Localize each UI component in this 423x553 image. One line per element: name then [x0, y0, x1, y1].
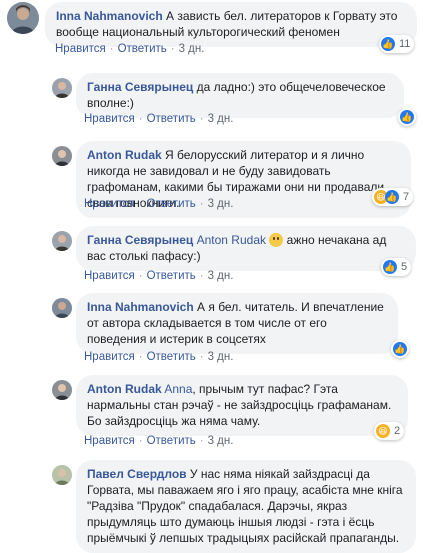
like-button[interactable]: Нравится	[84, 270, 135, 282]
reaction-count: 2	[394, 425, 401, 437]
like-button[interactable]: Нравится	[84, 113, 135, 125]
like-icon: 👍	[400, 110, 414, 124]
comment: Inna Nahmanovich А зависть бел. литерато…	[7, 2, 417, 62]
reaction-count: 11	[399, 38, 411, 50]
avatar-photo-icon	[52, 78, 72, 98]
reply-comment: Павел Свердлов У нас няма ніякай зайздра…	[52, 460, 418, 553]
smile-emoji-icon	[269, 233, 284, 247]
comment-time[interactable]: 3 дн.	[208, 270, 234, 282]
reply-button[interactable]: Ответить	[147, 435, 196, 447]
reply-button[interactable]: Ответить	[118, 43, 167, 55]
like-icon: 👍	[383, 260, 397, 274]
comment-author[interactable]: Inna Nahmanovich	[87, 300, 194, 314]
comment-author[interactable]: Ганна Севярынец	[87, 80, 193, 94]
like-button[interactable]: Нравится	[55, 43, 106, 55]
avatar-photo-icon	[52, 380, 72, 400]
like-button[interactable]: Нравится	[84, 198, 135, 210]
comment-actions: Нравится · Ответить · 3 дн.	[84, 198, 234, 210]
avatar-photo-icon	[52, 298, 72, 318]
reactions-summary[interactable]: 😆 👍 7	[372, 188, 414, 206]
like-icon: 👍	[385, 190, 399, 204]
comment-actions: Нравится · Ответить · 3 дн.	[84, 270, 234, 282]
comment-author[interactable]: Inna Nahmanovich	[56, 9, 163, 23]
comment-time[interactable]: 3 дн.	[208, 198, 234, 210]
like-icon: 👍	[393, 342, 407, 356]
comment-author[interactable]: Anton Rudak	[87, 148, 162, 162]
reply-comment: Ганна Севярынец Anton Rudak ажно нечакан…	[52, 226, 418, 286]
avatar[interactable]	[52, 380, 72, 400]
like-icon: 👍	[381, 37, 395, 51]
comment-bubble: Павел Свердлов У нас няма ніякай зайздра…	[76, 460, 416, 553]
reply-button[interactable]: Ответить	[147, 113, 196, 125]
avatar[interactable]	[52, 231, 72, 251]
reply-button[interactable]: Ответить	[147, 270, 196, 282]
avatar-photo-icon	[52, 231, 72, 251]
like-button[interactable]: Нравится	[84, 351, 135, 363]
reactions-summary[interactable]: 👍	[391, 340, 409, 358]
reactions-summary[interactable]: 👍 5	[381, 258, 412, 276]
avatar-photo-icon	[7, 2, 39, 34]
comment-bubble: Anton Rudak Anna, прычым тут пафас? Гэта…	[76, 375, 408, 436]
avatar[interactable]	[7, 2, 39, 34]
reaction-count: 7	[403, 191, 410, 203]
comment-actions: Нравится · Ответить · 3 дн.	[84, 435, 234, 447]
comment-bubble: Ганна Севярынец Anton Rudak ажно нечакан…	[76, 226, 416, 271]
comment-bubble: Ганна Севярынец да ладно:) это общечелов…	[76, 73, 404, 118]
like-button[interactable]: Нравится	[84, 435, 135, 447]
mention-link[interactable]: Anton Rudak	[197, 233, 266, 247]
comment-time[interactable]: 3 дн.	[208, 113, 234, 125]
comment-bubble: Inna Nahmanovich А я бел. читатель. И вп…	[76, 293, 398, 354]
mention-link[interactable]: Anna	[164, 382, 192, 396]
comment-time[interactable]: 3 дн.	[208, 435, 234, 447]
comment-bubble: Inna Nahmanovich А зависть бел. литерато…	[45, 2, 417, 47]
reactions-summary[interactable]: 👍	[398, 108, 416, 126]
reply-comment: Ганна Севярынец да ладно:) это общечелов…	[52, 73, 418, 133]
reply-comment: Anton Rudak Я белорусский литератор и я …	[52, 141, 418, 218]
comment-author[interactable]: Павел Свердлов	[87, 467, 187, 481]
reply-button[interactable]: Ответить	[147, 351, 196, 363]
haha-icon: 😆	[376, 424, 390, 438]
avatar[interactable]	[52, 465, 72, 485]
reactions-summary[interactable]: 😆 2	[374, 422, 405, 440]
reply-comment: Inna Nahmanovich А я бел. читатель. И вп…	[52, 293, 418, 368]
comment-author[interactable]: Anton Rudak	[87, 382, 162, 396]
comment-author[interactable]: Ганна Севярынец	[87, 233, 193, 247]
avatar-photo-icon	[52, 146, 72, 166]
reaction-count: 5	[401, 261, 408, 273]
comment-actions: Нравится · Ответить · 3 дн.	[84, 351, 234, 363]
comment-time[interactable]: 3 дн.	[179, 43, 205, 55]
avatar-photo-icon	[52, 465, 72, 485]
avatar[interactable]	[52, 146, 72, 166]
comment-actions: Нравится · Ответить · 3 дн.	[84, 113, 234, 125]
comment-time[interactable]: 3 дн.	[208, 351, 234, 363]
comment-actions: Нравится · Ответить · 3 дн.	[55, 43, 205, 55]
avatar[interactable]	[52, 78, 72, 98]
reply-comment: Anton Rudak Anna, прычым тут пафас? Гэта…	[52, 375, 418, 450]
reply-button[interactable]: Ответить	[147, 198, 196, 210]
avatar[interactable]	[52, 298, 72, 318]
reactions-summary[interactable]: 👍 11	[379, 35, 415, 53]
